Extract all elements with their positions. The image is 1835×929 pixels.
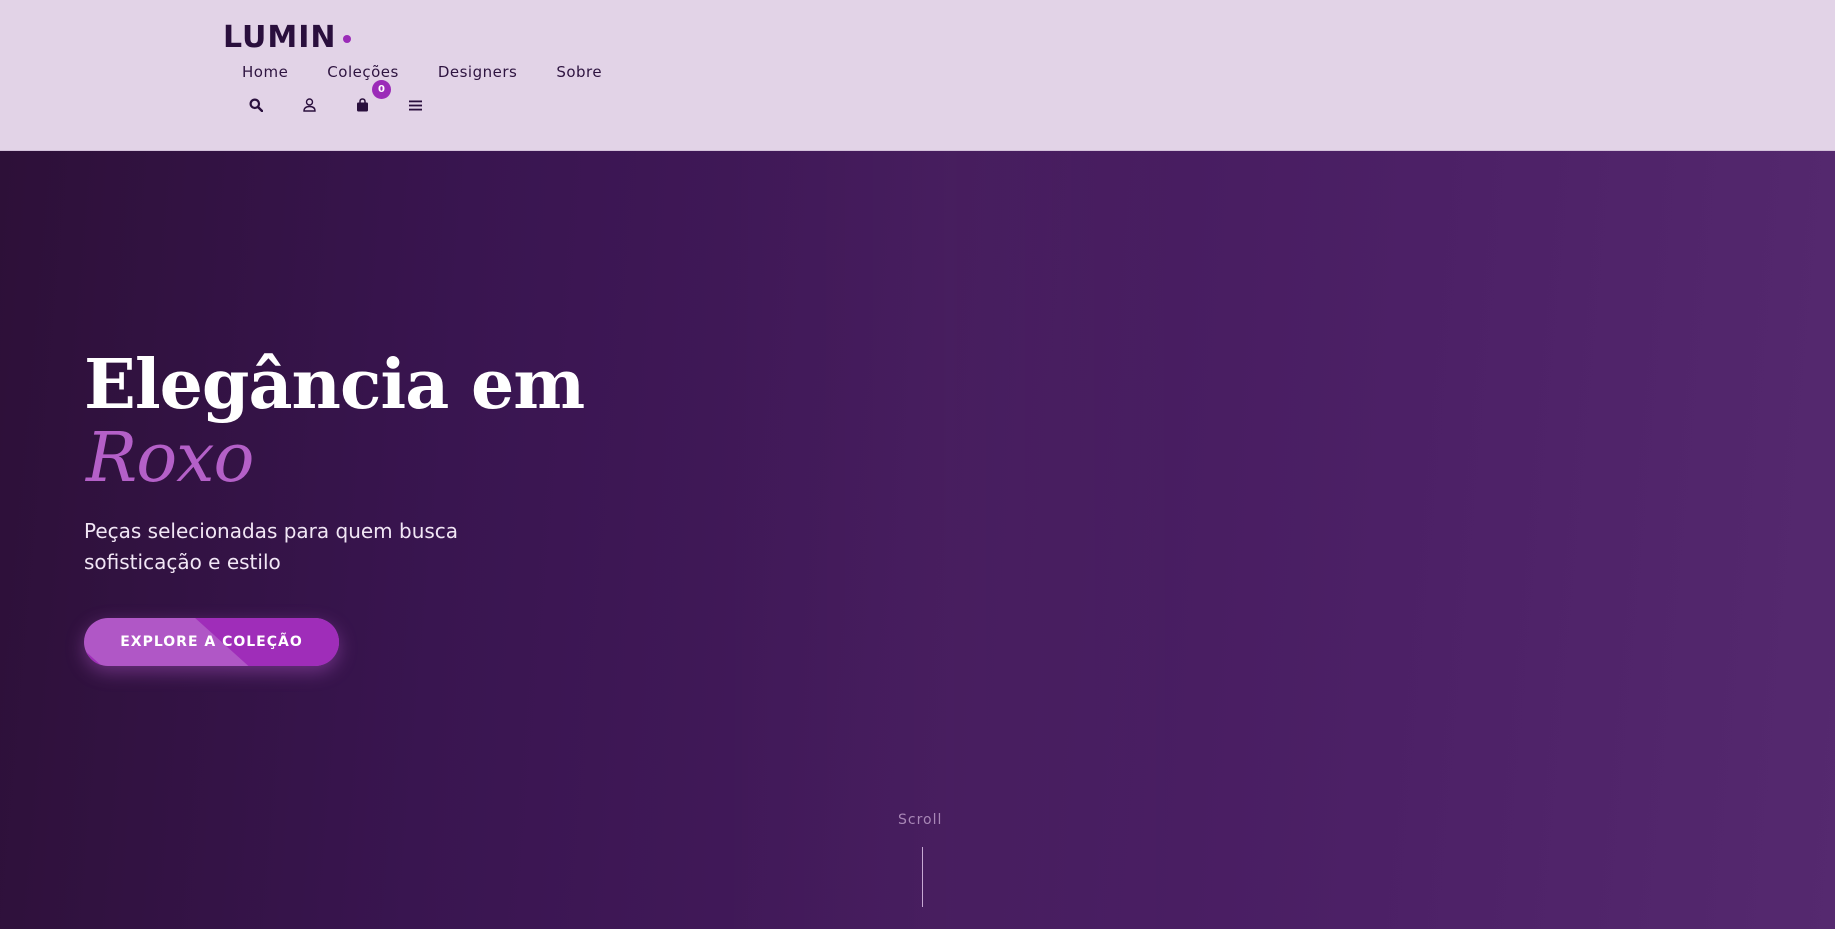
- account-button[interactable]: [296, 94, 322, 116]
- scroll-indicator-line: [922, 847, 923, 907]
- brand-logo[interactable]: LUMIN: [223, 18, 351, 58]
- cart-count-badge: 0: [372, 80, 391, 99]
- menu-button[interactable]: [402, 94, 428, 116]
- cart-button[interactable]: 0: [349, 80, 391, 116]
- header-actions: 0: [243, 80, 455, 116]
- hero-title-accent: Roxo: [86, 419, 254, 498]
- hamburger-menu-icon: [408, 100, 422, 110]
- nav-link-designers[interactable]: Designers: [438, 62, 518, 82]
- user-icon: [302, 98, 316, 112]
- brand-name: LUMIN: [223, 20, 337, 55]
- nav-link-colecoes[interactable]: Coleções: [327, 62, 399, 82]
- main-nav: Home Coleções Designers Sobre: [242, 62, 641, 82]
- explore-collection-label: EXPLORE A COLEÇÃO: [120, 634, 303, 650]
- hero-section: Elegância em Roxo Peças selecionadas par…: [0, 151, 1835, 929]
- brand-logo-dot: [342, 35, 351, 43]
- scroll-indicator-label[interactable]: Scroll: [898, 812, 942, 828]
- hero-background-shine: [700, 151, 1200, 929]
- search-icon: [249, 98, 263, 112]
- hero-title: Elegância em: [84, 345, 585, 425]
- shopping-bag-icon: [356, 98, 368, 112]
- hero-subtitle: Peças selecionadas para quem busca sofis…: [84, 519, 459, 574]
- search-button[interactable]: [243, 94, 269, 116]
- explore-collection-button[interactable]: EXPLORE A COLEÇÃO: [84, 618, 339, 666]
- site-header: LUMIN Home Coleções Designers Sobre 0: [0, 0, 1835, 151]
- nav-link-sobre[interactable]: Sobre: [556, 62, 602, 82]
- nav-link-home[interactable]: Home: [242, 62, 288, 82]
